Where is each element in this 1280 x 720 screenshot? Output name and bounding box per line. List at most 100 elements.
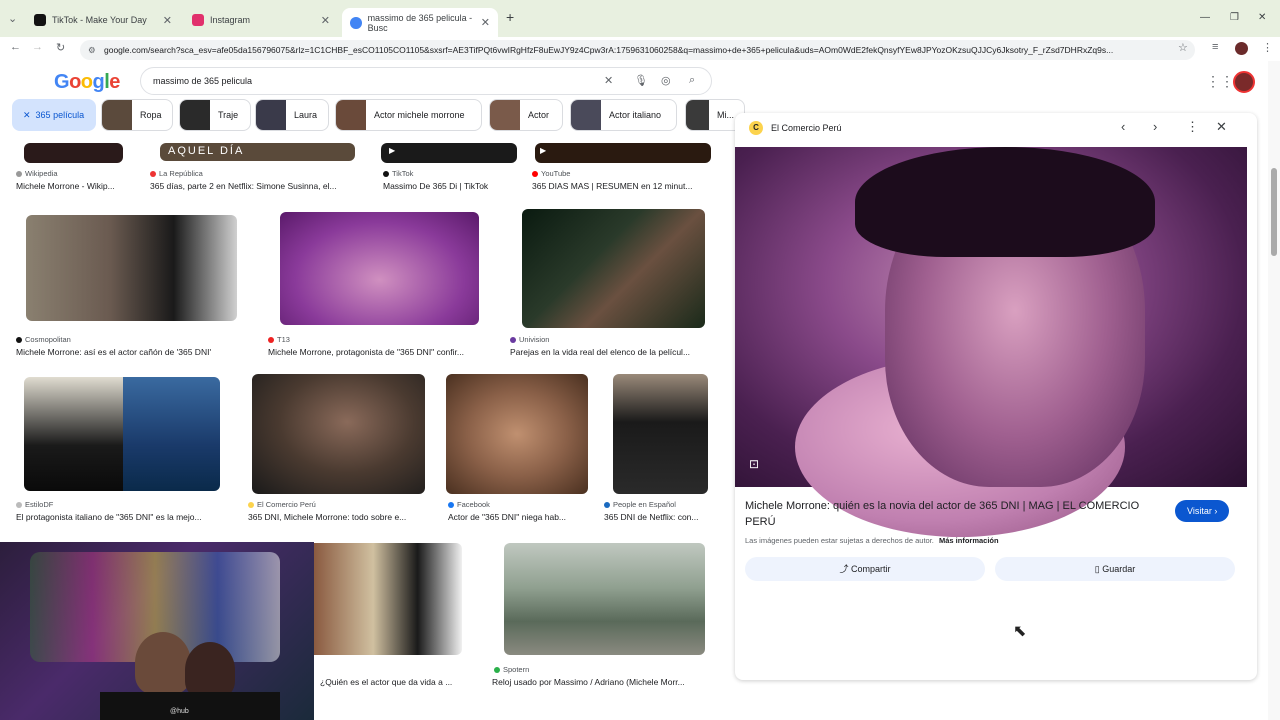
chip-actor-italiano[interactable]: Actor italiano <box>570 99 677 131</box>
lens-icon[interactable]: ◎ <box>661 74 671 87</box>
result-thumbnail[interactable] <box>504 543 705 655</box>
minimize-icon[interactable]: — <box>1200 12 1210 23</box>
result-title[interactable]: Reloj usado por Massimo / Adriano (Miche… <box>492 677 712 687</box>
profile-avatar[interactable] <box>1235 42 1248 55</box>
site-info-icon[interactable]: ⚙ <box>88 40 96 60</box>
bookmark-star-icon[interactable]: ☆ <box>1178 41 1188 54</box>
result-source[interactable]: People en Español <box>604 500 676 509</box>
restore-icon[interactable]: ❐ <box>1230 12 1239 23</box>
chip-actor[interactable]: Actor <box>489 99 563 131</box>
preview-image[interactable]: ⊡ <box>735 147 1247 537</box>
chip-365-pelicula[interactable]: ✕ 365 película <box>12 99 96 131</box>
result-title[interactable]: Michele Morrone, protagonista de "365 DN… <box>268 347 493 357</box>
play-icon: ▶ <box>540 146 547 155</box>
result-thumbnail[interactable] <box>26 215 237 321</box>
visit-button[interactable]: Visitar › <box>1175 500 1230 522</box>
result-source[interactable]: YouTube <box>532 169 570 178</box>
result-title[interactable]: Actor de "365 DNI" niega hab... <box>448 512 584 522</box>
instagram-icon <box>192 14 204 26</box>
media-icon[interactable]: ≡ <box>1212 41 1218 53</box>
more-info-link[interactable]: Más información <box>939 536 999 545</box>
clear-icon[interactable]: ✕ <box>604 74 613 87</box>
result-thumbnail[interactable]: ▶ <box>381 143 517 163</box>
result-thumbnail[interactable] <box>613 374 708 494</box>
more-options-icon[interactable]: ⋮ <box>1186 119 1199 135</box>
result-thumbnail[interactable] <box>252 374 425 494</box>
tab-google-search[interactable]: massimo de 365 pelicula - Busc ✕ <box>342 8 498 37</box>
result-source[interactable]: EstiloDF <box>16 500 53 509</box>
result-title[interactable]: 365 días, parte 2 en Netflix: Simone Sus… <box>150 181 372 191</box>
chip-label: Traje <box>218 110 239 120</box>
menu-icon[interactable]: ⋮ <box>1262 41 1273 54</box>
chip-laura[interactable]: Laura <box>255 99 329 131</box>
result-thumbnail[interactable]: AQUEL DÍA <box>160 143 355 161</box>
account-avatar[interactable] <box>1233 71 1255 93</box>
search-icon[interactable]: ⌕ <box>689 74 695 87</box>
close-icon[interactable]: ✕ <box>481 16 490 29</box>
search-input[interactable]: massimo de 365 pelicula <box>140 67 712 95</box>
new-tab-button[interactable]: + <box>506 9 514 25</box>
result-thumbnail[interactable] <box>314 543 462 655</box>
save-button[interactable]: ▯ Guardar <box>995 557 1235 581</box>
previous-icon[interactable]: ‹ <box>1121 119 1125 134</box>
tab-instagram[interactable]: Instagram ✕ <box>184 8 338 32</box>
chip-traje[interactable]: Traje <box>179 99 251 131</box>
tab-search-icon[interactable]: ⌄ <box>8 12 17 25</box>
share-button[interactable]: ⤴ Compartir <box>745 557 985 581</box>
image-hair-shape <box>855 147 1155 257</box>
result-source[interactable]: Wikipedia <box>16 169 58 178</box>
page-scrollbar[interactable] <box>1268 61 1280 720</box>
copyright-notice: Las imágenes pueden estar sujetas a dere… <box>745 536 999 545</box>
close-icon[interactable]: ✕ <box>321 14 330 27</box>
close-icon[interactable]: ✕ <box>163 14 172 27</box>
chip-label: Actor italiano <box>609 110 662 120</box>
result-thumbnail[interactable] <box>280 212 479 325</box>
result-source[interactable]: T13 <box>268 335 290 344</box>
result-title[interactable]: Massimo De 365 Di | TikTok <box>383 181 513 191</box>
result-title[interactable]: El protagonista italiano de "365 DNI" es… <box>16 512 226 522</box>
google-logo[interactable]: Google <box>54 71 120 94</box>
result-thumbnail[interactable]: ▶ <box>535 143 711 163</box>
result-source[interactable]: Facebook <box>448 500 490 509</box>
result-source[interactable]: La República <box>150 169 203 178</box>
result-source[interactable]: El Comercio Perú <box>248 500 316 509</box>
panel-source[interactable]: C El Comercio Perú <box>749 121 842 135</box>
streamer-person <box>135 632 191 694</box>
result-source[interactable]: Univision <box>510 335 549 344</box>
close-icon[interactable]: ✕ <box>1216 119 1227 135</box>
result-source[interactable]: Spotern <box>494 665 529 674</box>
mic-icon[interactable]: 🎙 <box>634 74 648 87</box>
result-thumbnail[interactable] <box>123 377 220 491</box>
result-title[interactable]: 365 DIAS MAS | RESUMEN en 12 minut... <box>532 181 716 191</box>
result-title[interactable]: Michele Morrone: así es el actor cañón d… <box>16 347 251 357</box>
result-source[interactable]: TikTok <box>383 169 413 178</box>
tab-tiktok[interactable]: TikTok - Make Your Day ✕ <box>26 8 180 32</box>
share-label: Compartir <box>851 564 891 574</box>
share-icon: ⤴ <box>839 564 851 574</box>
result-thumbnail[interactable] <box>24 143 123 163</box>
result-source[interactable]: Cosmopolitan <box>16 335 71 344</box>
chip-ropa[interactable]: Ropa <box>101 99 173 131</box>
tiktok-icon <box>34 14 46 26</box>
url-field[interactable]: ⚙ google.com/search?sca_esv=afe05da15679… <box>80 40 1195 60</box>
result-title[interactable]: 365 DNI, Michele Morrone: todo sobre e..… <box>248 512 428 522</box>
result-thumbnail[interactable] <box>522 209 705 328</box>
result-title[interactable]: ¿Quién es el actor que da vida a ... <box>320 677 480 687</box>
result-thumbnail[interactable] <box>24 377 123 491</box>
back-icon[interactable]: ← <box>10 41 21 53</box>
lens-search-icon[interactable]: ⊡ <box>749 457 765 473</box>
preview-title[interactable]: Michele Morrone: quién es la novia del a… <box>745 498 1155 530</box>
chip-label: Actor michele morrone <box>374 110 465 120</box>
scrollbar-thumb[interactable] <box>1271 168 1277 256</box>
result-title[interactable]: 365 DNI de Netflix: con... <box>604 512 716 522</box>
result-title[interactable]: Parejas en la vida real del elenco de la… <box>510 347 715 357</box>
result-title[interactable]: Michele Morrone - Wikip... <box>16 181 141 191</box>
reload-icon[interactable]: ↻ <box>56 41 65 54</box>
apps-grid-icon[interactable]: ⋮⋮ <box>1206 73 1234 90</box>
close-window-icon[interactable]: ✕ <box>1258 12 1266 23</box>
next-icon[interactable]: › <box>1153 119 1157 134</box>
remove-chip-icon[interactable]: ✕ <box>23 110 31 121</box>
result-thumbnail[interactable] <box>446 374 588 494</box>
forward-icon[interactable]: → <box>32 41 43 53</box>
chip-actor-michele-morrone[interactable]: Actor michele morrone <box>335 99 482 131</box>
